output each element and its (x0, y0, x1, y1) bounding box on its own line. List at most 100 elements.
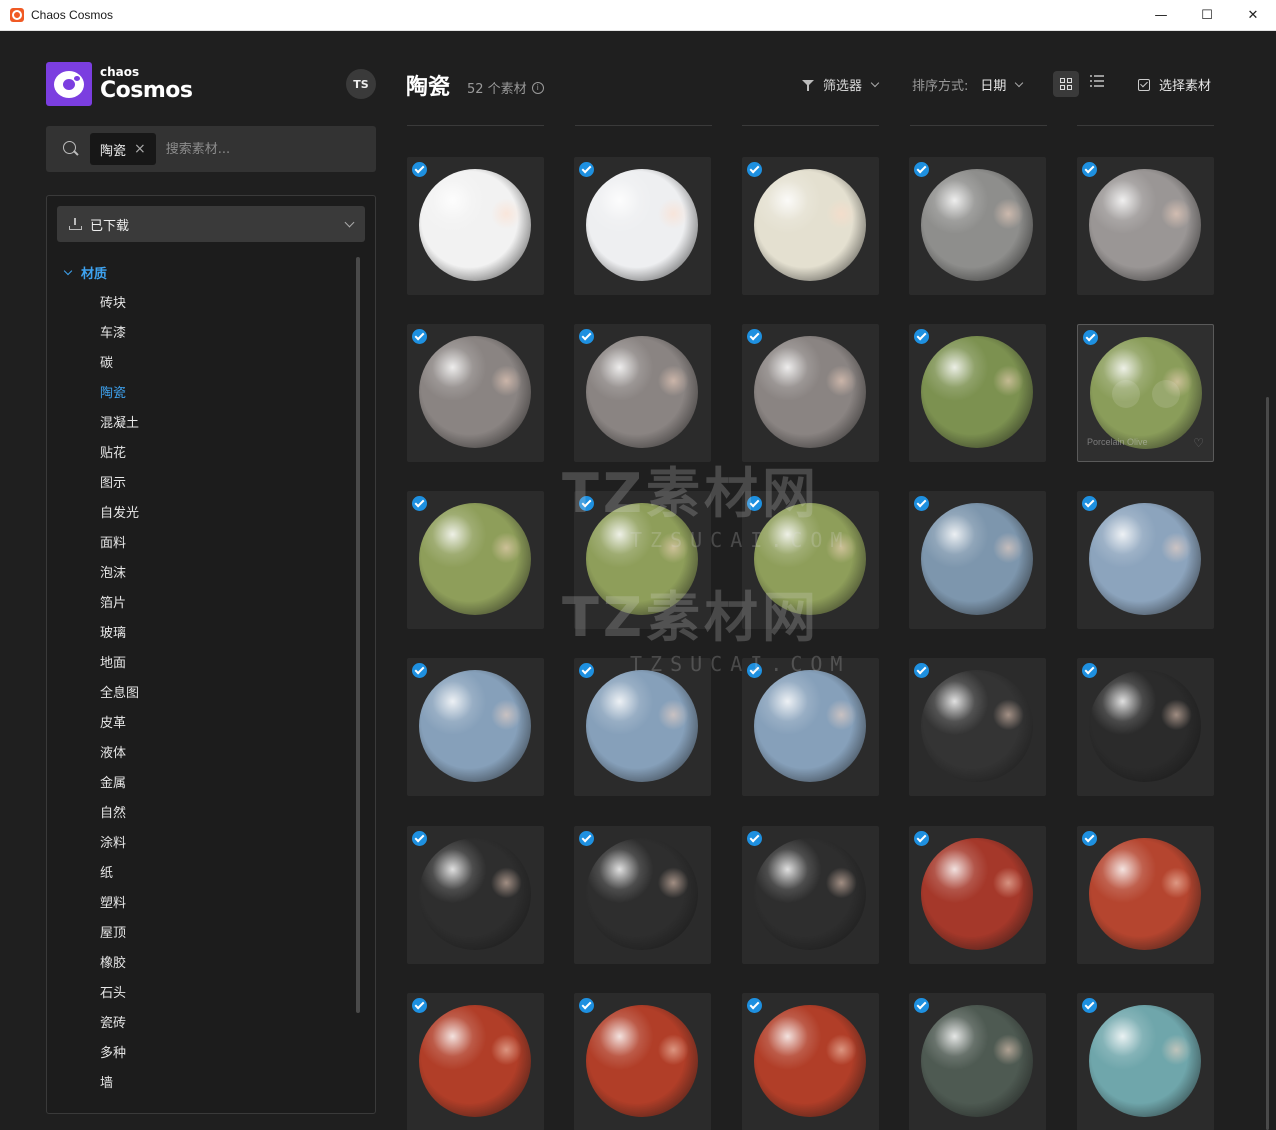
user-avatar[interactable]: TS (346, 69, 376, 99)
material-preview-sphere (586, 169, 698, 281)
search-filter-tag[interactable]: 陶瓷 × (90, 133, 156, 165)
material-tile[interactable] (1077, 157, 1214, 295)
material-tile[interactable] (574, 491, 711, 629)
category-item[interactable]: 贴花 (100, 439, 139, 469)
material-tile[interactable] (407, 826, 544, 964)
favorite-heart-icon[interactable]: ♡ (1193, 437, 1204, 449)
material-tile[interactable] (407, 157, 544, 295)
logo-big-text: Cosmos (100, 78, 193, 103)
material-tile[interactable] (1077, 658, 1214, 796)
category-item[interactable]: 车漆 (100, 319, 139, 349)
material-tile[interactable] (1077, 826, 1214, 964)
sort-dropdown[interactable]: 排序方式: 日期 (912, 75, 1024, 94)
asset-grid: Porcelain Olive ♡ (407, 157, 1217, 1130)
category-item[interactable]: 液体 (100, 739, 139, 769)
category-item[interactable]: 瓷砖 (100, 1009, 139, 1039)
category-item[interactable]: 多种 (100, 1039, 139, 1069)
category-item[interactable]: 涂料 (100, 829, 139, 859)
material-tile[interactable] (742, 324, 879, 462)
search-icon (63, 141, 79, 157)
tag-close-icon[interactable]: × (134, 141, 146, 157)
category-item[interactable]: 面料 (100, 529, 139, 559)
filter-button[interactable]: 筛选器 (802, 75, 880, 94)
category-item[interactable]: 图示 (100, 469, 139, 499)
material-tile[interactable] (574, 826, 711, 964)
material-tile[interactable] (909, 826, 1046, 964)
select-assets-button[interactable]: 选择素材 (1138, 75, 1211, 94)
material-tile[interactable] (909, 324, 1046, 462)
zoom-icon[interactable] (1112, 380, 1140, 408)
material-tile[interactable] (407, 658, 544, 796)
downloaded-label: 已下载 (90, 218, 130, 234)
category-item[interactable]: 玻璃 (100, 619, 139, 649)
material-tile[interactable] (574, 993, 711, 1130)
info-icon[interactable]: i (531, 81, 544, 94)
grid-view-icon[interactable] (1053, 71, 1079, 97)
downloaded-check-icon (579, 329, 594, 344)
category-item[interactable]: 箔片 (100, 589, 139, 619)
material-tile[interactable] (909, 157, 1046, 295)
category-item[interactable]: 屋顶 (100, 919, 139, 949)
material-tile[interactable] (742, 993, 879, 1130)
category-item[interactable]: 橡胶 (100, 949, 139, 979)
category-item[interactable]: 全息图 (100, 679, 139, 709)
material-preview-sphere (754, 838, 866, 950)
material-preview-sphere (754, 336, 866, 448)
downloaded-check-icon (1082, 998, 1097, 1013)
chevron-down-icon (1015, 78, 1024, 87)
downloaded-dropdown[interactable]: 已下载 (57, 206, 365, 242)
category-item[interactable]: 陶瓷 (100, 379, 139, 409)
category-item[interactable]: 地面 (100, 649, 139, 679)
material-preview-sphere (586, 503, 698, 615)
material-tile[interactable] (1077, 993, 1214, 1130)
category-item[interactable]: 泡沫 (100, 559, 139, 589)
category-item[interactable]: 金属 (100, 769, 139, 799)
select-assets-label: 选择素材 (1159, 79, 1212, 94)
logo-small-text: chaos (100, 65, 140, 79)
material-tile[interactable] (742, 826, 879, 964)
category-header-materials[interactable]: 材质 (63, 263, 108, 282)
category-list: 砖块 车漆碳陶瓷 混凝土 贴花 图示 自发光 面料 泡沫 箔片 玻璃 地面 全息图 皮革 液体 金属 自然 涂料… (100, 289, 139, 1099)
category-item[interactable]: 碳 (100, 349, 139, 379)
category-item[interactable]: 石头 (100, 979, 139, 1009)
material-tile[interactable] (909, 491, 1046, 629)
material-tile[interactable] (1077, 491, 1214, 629)
category-item[interactable]: 墙 (100, 1069, 139, 1099)
material-tile[interactable] (574, 658, 711, 796)
material-tile[interactable] (742, 157, 879, 295)
category-item[interactable]: 塑料 (100, 889, 139, 919)
material-tile[interactable] (574, 324, 711, 462)
category-item[interactable]: 自发光 (100, 499, 139, 529)
material-tile[interactable] (909, 658, 1046, 796)
material-tile[interactable] (742, 491, 879, 629)
window-controls: — ☐ ✕ (1138, 0, 1276, 31)
category-item[interactable]: 砖块 (100, 289, 139, 319)
list-view-icon[interactable] (1090, 75, 1104, 89)
category-header-label: 材质 (81, 267, 108, 282)
main-scrollbar[interactable] (1266, 397, 1269, 1130)
material-tile[interactable] (407, 993, 544, 1130)
cosmos-logo[interactable]: chaos Cosmos (46, 62, 193, 106)
material-tile[interactable] (574, 157, 711, 295)
material-preview-sphere (1090, 337, 1202, 449)
material-tile[interactable]: Porcelain Olive ♡ (1077, 324, 1214, 462)
category-item[interactable]: 皮革 (100, 709, 139, 739)
window-title: Chaos Cosmos (31, 8, 114, 22)
material-preview-sphere (586, 1005, 698, 1117)
import-icon[interactable] (1152, 380, 1180, 408)
downloaded-check-icon (747, 998, 762, 1013)
category-item[interactable]: 自然 (100, 799, 139, 829)
material-tile[interactable] (407, 324, 544, 462)
category-item[interactable]: 纸 (100, 859, 139, 889)
maximize-button[interactable]: ☐ (1184, 0, 1230, 31)
search-input[interactable] (165, 141, 306, 157)
material-tile[interactable] (742, 658, 879, 796)
sidebar-scrollbar[interactable] (356, 257, 360, 1013)
close-button[interactable]: ✕ (1230, 0, 1276, 31)
material-tile[interactable] (407, 491, 544, 629)
search-box[interactable]: 陶瓷 × (46, 126, 376, 172)
minimize-button[interactable]: — (1138, 0, 1184, 31)
category-item[interactable]: 混凝土 (100, 409, 139, 439)
filter-icon (802, 79, 814, 91)
material-tile[interactable] (909, 993, 1046, 1130)
